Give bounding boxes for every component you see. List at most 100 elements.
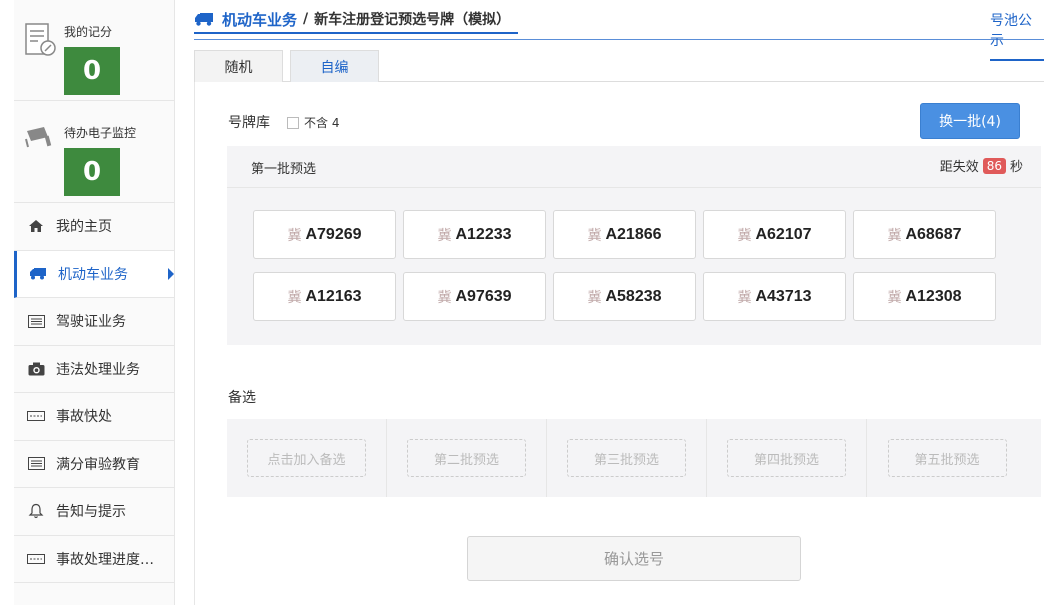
plate-province: 冀 [287, 227, 302, 244]
plate-option[interactable]: 冀 A68687 [853, 210, 996, 259]
tab-custom[interactable]: 自编 [290, 50, 379, 82]
plate-province: 冀 [887, 227, 902, 244]
stat-monitor-label: 待办电子监控 [64, 126, 137, 140]
sidebar-item-label: 违法处理业务 [56, 361, 140, 378]
breadcrumb-separator: / [303, 11, 309, 27]
content-divider [194, 82, 195, 605]
exclude-4-checkbox[interactable]: 不含 4 [287, 114, 339, 131]
plate-option[interactable]: 冀 A97639 [403, 272, 546, 321]
stat-score[interactable]: 我的记分 0 [14, 0, 174, 101]
alternate-cell: 点击加入备选 [227, 419, 387, 497]
home-icon [26, 216, 46, 236]
plate-number: A12163 [305, 287, 362, 305]
plate-province: 冀 [737, 227, 752, 244]
expire-timer: 距失效 86 秒 [940, 156, 1023, 175]
plate-number: A97639 [455, 287, 512, 305]
batch-panel: 第一批预选 距失效 86 秒 冀 A79269 冀 A12233 冀 A21866 冀… [227, 146, 1041, 345]
sidebar: 我的记分 0 待办电子监控 0 我的主页 机动车业务 驾驶证业务 违法处理业务 … [14, 0, 175, 605]
plate-province: 冀 [587, 227, 602, 244]
plate-option[interactable]: 冀 A12308 [853, 272, 996, 321]
camera-monitor-icon [25, 127, 52, 148]
list-icon [26, 454, 46, 474]
sidebar-item-label: 满分审验教育 [56, 456, 140, 473]
sidebar-item-label: 事故处理进度… [56, 551, 154, 568]
refresh-batch-button[interactable]: 换一批(4) [920, 103, 1020, 139]
plate-number: A79269 [305, 225, 362, 243]
plate-number: A12308 [905, 287, 962, 305]
plate-option[interactable]: 冀 A12163 [253, 272, 396, 321]
alternate-cell: 第三批预选 [547, 419, 707, 497]
chevron-right-icon [168, 267, 174, 280]
tab-random[interactable]: 随机 [194, 50, 283, 82]
stat-monitor[interactable]: 待办电子监控 0 [14, 101, 174, 203]
alternate-cell: 第二批预选 [387, 419, 547, 497]
confirm-button[interactable]: 确认选号 [467, 536, 801, 581]
sidebar-item-vehicle[interactable]: 机动车业务 [14, 250, 174, 298]
alternate-slot[interactable]: 点击加入备选 [247, 439, 366, 477]
sidebar-item-progress[interactable]: 事故处理进度… [14, 536, 174, 583]
expire-suffix: 秒 [1009, 160, 1023, 175]
truck-icon [28, 264, 48, 284]
plate-number: A58238 [605, 287, 662, 305]
breadcrumb-current: 新车注册登记预选号牌（模拟） [314, 12, 511, 28]
sidebar-item-label: 我的主页 [56, 219, 112, 236]
page: 我的记分 0 待办电子监控 0 我的主页 机动车业务 驾驶证业务 违法处理业务 … [0, 0, 1044, 605]
plate-option[interactable]: 冀 A21866 [553, 210, 696, 259]
sidebar-item-education[interactable]: 满分审验教育 [14, 441, 174, 488]
sidebar-item-notice[interactable]: 告知与提示 [14, 488, 174, 536]
plate-option[interactable]: 冀 A62107 [703, 210, 846, 259]
alternate-slot[interactable]: 第三批预选 [567, 439, 686, 477]
plate-option[interactable]: 冀 A43713 [703, 272, 846, 321]
bell-icon [26, 501, 46, 521]
alternate-cell: 第五批预选 [867, 419, 1027, 497]
plate-number: A12233 [455, 225, 512, 243]
plate-number: A21866 [605, 225, 662, 243]
pool-label: 号牌库 [228, 115, 270, 131]
sidebar-item-label: 驾驶证业务 [56, 314, 126, 331]
expire-seconds: 86 [982, 157, 1006, 174]
plate-number: A62107 [755, 225, 812, 243]
exclude-4-label: 不含 4 [304, 116, 340, 130]
alternate-slot[interactable]: 第四批预选 [727, 439, 846, 477]
plate-province: 冀 [737, 289, 752, 306]
alternates-label: 备选 [228, 390, 256, 406]
ticket-icon [26, 406, 46, 426]
stat-score-count: 0 [64, 47, 120, 95]
alternate-slot[interactable]: 第二批预选 [407, 439, 526, 477]
header: 机动车业务 / 新车注册登记预选号牌（模拟） 号池公示 [194, 0, 1044, 61]
plate-province: 冀 [287, 289, 302, 306]
camera-icon [26, 359, 46, 379]
plate-option[interactable]: 冀 A79269 [253, 210, 396, 259]
plate-option[interactable]: 冀 A58238 [553, 272, 696, 321]
alternate-slot[interactable]: 第五批预选 [887, 439, 1007, 477]
plate-province: 冀 [587, 289, 602, 306]
plate-option[interactable]: 冀 A12233 [403, 210, 546, 259]
license-icon [26, 311, 46, 331]
sidebar-item-license[interactable]: 驾驶证业务 [14, 298, 174, 346]
plate-province: 冀 [437, 227, 452, 244]
plate-number: A68687 [905, 225, 962, 243]
checkbox-box[interactable] [287, 116, 299, 129]
sidebar-item-accident[interactable]: 事故快处 [14, 393, 174, 441]
stat-score-label: 我的记分 [64, 25, 113, 39]
breadcrumb: 机动车业务 / 新车注册登记预选号牌（模拟） [194, 8, 519, 34]
alternate-cell: 第四批预选 [707, 419, 867, 497]
tab-bar: 随机 自编 [194, 50, 1044, 82]
sidebar-item-label: 事故快处 [56, 409, 112, 426]
stat-monitor-count: 0 [64, 148, 120, 196]
plate-province: 冀 [887, 289, 902, 306]
sidebar-item-label: 告知与提示 [56, 504, 126, 521]
batch-header: 第一批预选 距失效 86 秒 [227, 146, 1041, 188]
alternates-panel: 点击加入备选 第二批预选 第三批预选 第四批预选 第五批预选 [227, 419, 1041, 497]
score-icon [25, 23, 56, 56]
plate-number: A43713 [755, 287, 812, 305]
plate-province: 冀 [437, 289, 452, 306]
batch-title: 第一批预选 [251, 162, 317, 177]
sidebar-item-home[interactable]: 我的主页 [14, 203, 174, 251]
truck-icon [195, 13, 213, 26]
expire-prefix: 距失效 [939, 160, 979, 175]
ticket-icon [26, 549, 46, 569]
sidebar-item-label: 机动车业务 [58, 266, 128, 283]
breadcrumb-home[interactable]: 机动车业务 [222, 9, 297, 30]
sidebar-item-violation[interactable]: 违法处理业务 [14, 346, 174, 393]
